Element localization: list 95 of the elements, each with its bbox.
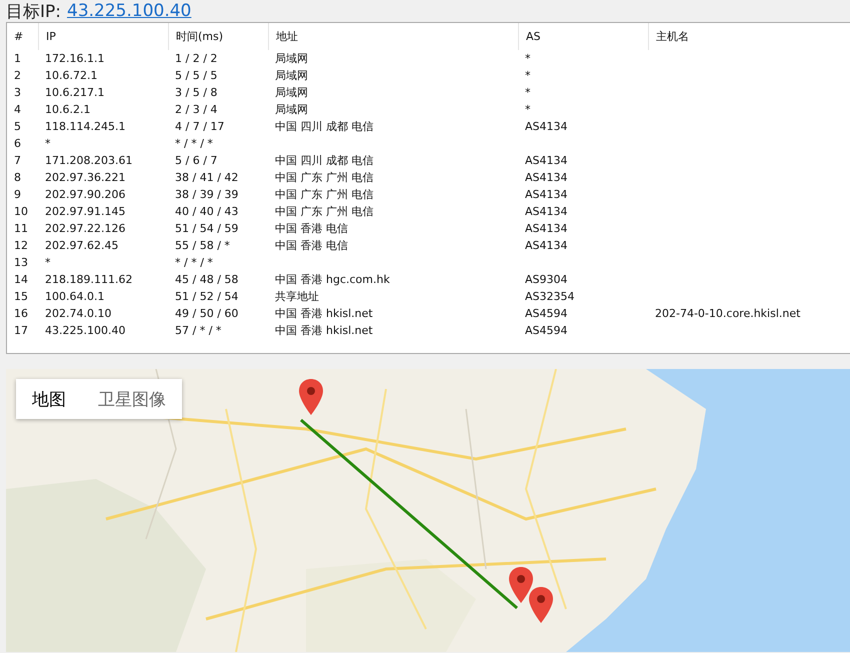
- table-cell-text: AS4134: [524, 205, 569, 218]
- table-cell-text: 202.97.90.206: [44, 188, 126, 201]
- table-cell-text: AS9304: [524, 273, 569, 286]
- table-cell-text: 中国 广东 广州 电信: [274, 187, 374, 202]
- table-cell-text: *: [524, 52, 532, 65]
- map-type-tab[interactable]: 地图: [16, 379, 82, 419]
- table-cell-text: 4 / 7 / 17: [174, 120, 226, 133]
- table-cell-text: 中国 香港 电信: [274, 238, 349, 253]
- table-cell-text: *: [44, 256, 52, 269]
- table-cell-text: 14: [13, 273, 29, 286]
- table-cell-text: AS4134: [524, 222, 569, 235]
- table-cell-text: 局域网: [274, 51, 309, 66]
- table-cell-text: 13: [13, 256, 29, 269]
- table-cell-text: 202.97.91.145: [44, 205, 126, 218]
- table-cell-text: 2: [13, 69, 22, 82]
- table-cell-text: 10.6.72.1: [44, 69, 98, 82]
- table-cell-text: AS4134: [524, 239, 569, 252]
- table-cell-text: 202.74.0.10: [44, 307, 112, 320]
- table-cell-text: 17: [13, 324, 29, 337]
- table-cell-text: 中国 四川 成都 电信: [274, 119, 374, 134]
- table-cell-text: 45 / 48 / 58: [174, 273, 240, 286]
- table-cell-text: * / * / *: [174, 256, 214, 269]
- table-cell-text: 2 / 3 / 4: [174, 103, 218, 116]
- table-cell-text: AS4594: [524, 307, 569, 320]
- table-cell-text: AS4134: [524, 171, 569, 184]
- table-cell-text: 中国 广东 广州 电信: [274, 170, 374, 185]
- map-type-tab[interactable]: 卫星图像: [82, 379, 182, 419]
- table-cell-text: 中国 香港 hkisl.net: [274, 306, 374, 321]
- table-cell-text: 118.114.245.1: [44, 120, 126, 133]
- table-cell-text: 202.97.36.221: [44, 171, 126, 184]
- table-cell-text: 中国 香港 hkisl.net: [274, 323, 374, 338]
- table-cell-text: AS4134: [524, 154, 569, 167]
- column-header[interactable]: AS: [518, 23, 648, 50]
- map-marker-icon[interactable]: [299, 379, 323, 415]
- table-cell-text: 202.97.22.126: [44, 222, 126, 235]
- table-cell-text: 局域网: [274, 68, 309, 83]
- table-cell-text: 中国 广东 广州 电信: [274, 204, 374, 219]
- table-cell-text: *: [524, 69, 532, 82]
- column-header[interactable]: 时间(ms): [168, 23, 268, 50]
- table-cell-text: 49 / 50 / 60: [174, 307, 240, 320]
- table-cell-text: 9: [13, 188, 22, 201]
- table-cell-text: 51 / 52 / 54: [174, 290, 240, 303]
- table-cell-text: 11: [13, 222, 29, 235]
- target-label: 目标IP:: [6, 0, 61, 22]
- table-cell-text: 局域网: [274, 102, 309, 117]
- table-cell-text: 10.6.2.1: [44, 103, 92, 116]
- target-ip-link[interactable]: 43.225.100.40: [67, 1, 192, 21]
- table-cell-text: *: [524, 103, 532, 116]
- map-marker-icon[interactable]: [509, 567, 533, 603]
- table-cell-text: 4: [13, 103, 22, 116]
- table-cell-text: 10: [13, 205, 29, 218]
- table-cell-text: AS4134: [524, 120, 569, 133]
- table-cell-text: 1 / 2 / 2: [174, 52, 218, 65]
- table-cell-text: 40 / 40 / 43: [174, 205, 240, 218]
- table-cell-text: 1: [13, 52, 22, 65]
- table-cell-text: 7: [13, 154, 22, 167]
- table-cell-text: 16: [13, 307, 29, 320]
- column-header[interactable]: IP: [38, 23, 168, 50]
- table-cell-text: 5: [13, 120, 22, 133]
- table-cell-text: 100.64.0.1: [44, 290, 106, 303]
- table-cell-text: 12: [13, 239, 29, 252]
- table-cell-text: 共享地址: [274, 289, 320, 304]
- table-cell-text: 8: [13, 171, 22, 184]
- table-cell-text: 中国 香港 hgc.com.hk: [274, 272, 391, 287]
- table-cell-text: 202-74-0-10.core.hkisl.net: [654, 307, 802, 320]
- table-cell-text: AS4594: [524, 324, 569, 337]
- table-cell-text: 局域网: [274, 85, 309, 100]
- table-cell-text: 43.225.100.40: [44, 324, 126, 337]
- table-cell-text: 中国 四川 成都 电信: [274, 153, 374, 168]
- table-cell-text: 10.6.217.1: [44, 86, 106, 99]
- table-cell-text: 3 / 5 / 8: [174, 86, 218, 99]
- map-marker-icon[interactable]: [529, 587, 553, 623]
- table-cell-text: *: [44, 137, 52, 150]
- table-cell-text: 38 / 39 / 39: [174, 188, 240, 201]
- table-cell-text: 202.97.62.45: [44, 239, 120, 252]
- table-cell-text: AS4134: [524, 188, 569, 201]
- table-cell-text: *: [524, 86, 532, 99]
- table-cell-text: 5 / 6 / 7: [174, 154, 218, 167]
- table-cell-text: 15: [13, 290, 29, 303]
- table-cell-text: 57 / * / *: [174, 324, 222, 337]
- table-cell-text: 38 / 41 / 42: [174, 171, 240, 184]
- table-cell-text: 51 / 54 / 59: [174, 222, 240, 235]
- table-cell-text: AS32354: [524, 290, 576, 303]
- column-header[interactable]: 主机名: [648, 23, 838, 50]
- table-cell-text: 55 / 58 / *: [174, 239, 231, 252]
- table-cell-text: 6: [13, 137, 22, 150]
- column-header[interactable]: #: [7, 23, 38, 50]
- table-cell-text: 5 / 5 / 5: [174, 69, 218, 82]
- table-cell-text: 中国 香港 电信: [274, 221, 349, 236]
- column-header[interactable]: 地址: [268, 23, 518, 50]
- table-cell-text: 172.16.1.1: [44, 52, 106, 65]
- table-cell-text: 3: [13, 86, 22, 99]
- table-cell-text: * / * / *: [174, 137, 214, 150]
- table-cell-text: 171.208.203.61: [44, 154, 134, 167]
- table-cell-text: 218.189.111.62: [44, 273, 134, 286]
